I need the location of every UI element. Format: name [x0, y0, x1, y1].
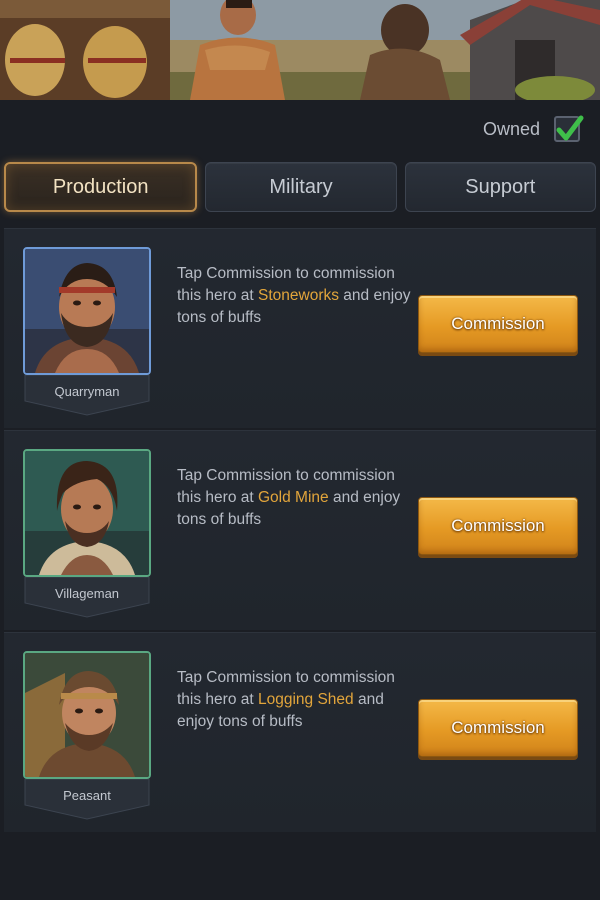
hero-description: Tap Commission to commission this hero a…: [177, 467, 401, 528]
hero-portrait-peasant[interactable]: [23, 651, 151, 779]
hero-nameplate: Quarryman: [23, 375, 151, 417]
hero-name: Villageman: [54, 586, 120, 601]
hero-description: Tap Commission to commission this hero a…: [177, 669, 395, 730]
checkmark-icon: [556, 115, 584, 141]
hero-card-villageman: Villageman Tap Commission to commission …: [4, 430, 596, 630]
tab-support[interactable]: Support: [404, 162, 596, 212]
hero-portrait-villageman[interactable]: [23, 449, 151, 577]
tab-military[interactable]: Military: [205, 162, 397, 212]
commission-button[interactable]: Commission: [418, 699, 578, 757]
owned-label: Owned: [482, 118, 540, 139]
owned-checkbox[interactable]: [554, 115, 584, 142]
hero-name: Quarryman: [54, 384, 120, 399]
hero-name: Peasant: [63, 788, 111, 803]
hero-portrait-quarryman[interactable]: [23, 247, 151, 375]
category-tabs: Production Military Support: [4, 162, 596, 214]
tab-production[interactable]: Production: [4, 162, 198, 212]
commission-button[interactable]: Commission: [418, 497, 578, 555]
hero-card-quarryman: Quarryman Tap Commission to commission t…: [4, 228, 596, 428]
owned-filter[interactable]: Owned: [482, 115, 584, 142]
building-name: Gold Mine: [258, 489, 329, 506]
hero-card-peasant: Peasant Tap Commission to commission thi…: [4, 632, 596, 832]
hero-description: Tap Commission to commission this hero a…: [177, 265, 411, 326]
hero-nameplate: Peasant: [23, 779, 151, 821]
commission-button[interactable]: Commission: [418, 295, 578, 353]
hero-list: Quarryman Tap Commission to commission t…: [4, 228, 596, 834]
hero-nameplate: Villageman: [23, 577, 151, 619]
building-name: Stoneworks: [258, 287, 339, 304]
building-name: Logging Shed: [258, 691, 354, 708]
header-banner-illustration: [0, 0, 600, 100]
